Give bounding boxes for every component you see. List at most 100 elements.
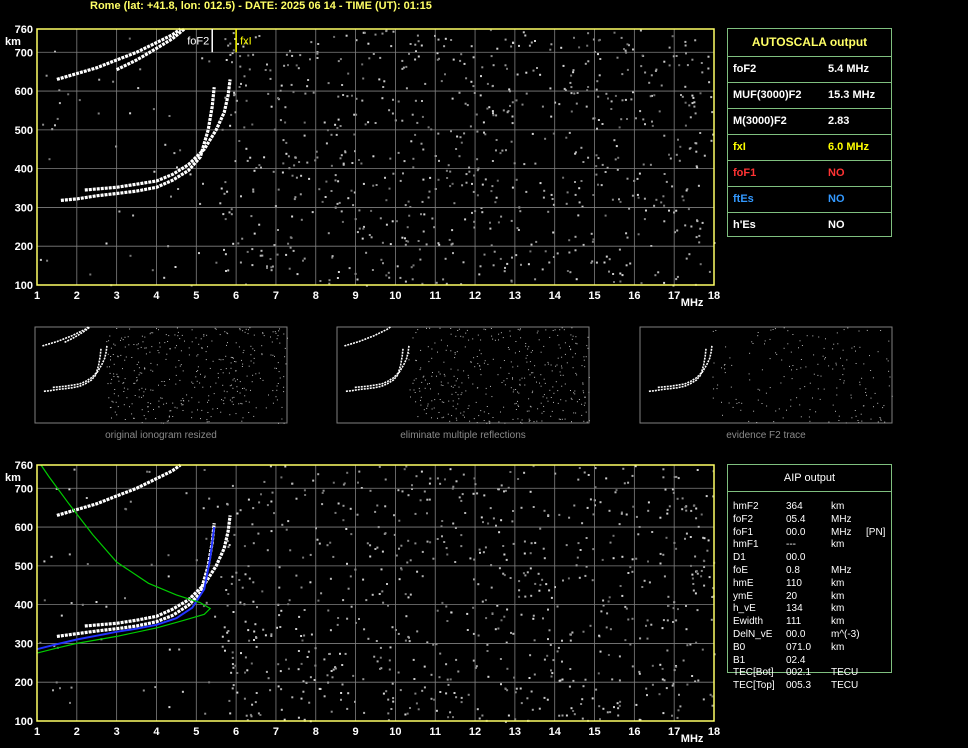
noise-dot — [241, 237, 244, 240]
thumbnail-dot — [554, 329, 556, 331]
thumbnail-dot — [529, 361, 531, 363]
thumbnail-dot — [460, 394, 462, 396]
thumbnail-dot — [712, 397, 714, 399]
noise-dot — [541, 268, 544, 271]
thumbnail-dot — [804, 386, 806, 388]
noise-dot — [662, 619, 665, 622]
noise-dot — [605, 255, 608, 258]
thumbnail-dot — [553, 401, 554, 403]
thumbnail-dot — [285, 363, 287, 365]
thumbnail-dot — [242, 388, 243, 389]
thumbnail-dot — [869, 355, 870, 357]
thumbnail-dot — [427, 403, 429, 405]
thumbnail-dot — [174, 347, 176, 349]
noise-dot — [228, 544, 231, 546]
thumbnail-frame — [34, 326, 288, 424]
noise-dots — [39, 29, 716, 287]
noise-dot — [666, 512, 669, 515]
thumbnail-dot — [231, 384, 232, 386]
thumbnail-dot — [108, 397, 110, 399]
noise-dot — [446, 620, 449, 622]
noise-dot — [667, 595, 670, 598]
noise-dot — [67, 93, 70, 96]
noise-dot — [336, 202, 339, 205]
noise-dot — [409, 559, 412, 562]
noise-dot — [472, 85, 475, 88]
thumbnail-dot — [279, 328, 280, 330]
thumbnail-dot — [450, 328, 452, 329]
noise-dot — [423, 665, 426, 668]
thumbnail-dot — [226, 344, 227, 346]
noise-dot — [460, 499, 463, 502]
thumbnail-dot — [583, 356, 585, 358]
thumbnail-dot — [194, 386, 196, 388]
noise-dot — [60, 614, 63, 617]
noise-dot — [453, 692, 456, 694]
noise-dot — [257, 712, 260, 715]
noise-dot — [333, 35, 336, 38]
noise-dot — [372, 184, 375, 187]
thumbnail-dot — [877, 421, 879, 423]
aip-name: TEC[Top] — [733, 680, 775, 692]
noise-dot — [248, 68, 251, 71]
thumbnail-dot — [571, 327, 573, 329]
noise-dot — [450, 39, 453, 41]
thumbnail-dot — [525, 357, 527, 359]
thumbnail-dot — [210, 416, 212, 418]
thumbnail-dot — [124, 378, 126, 380]
thumbnail-dot — [790, 405, 792, 407]
noise-dot — [341, 84, 344, 86]
thumbnail-dot — [800, 359, 802, 360]
thumbnail-dot — [819, 398, 821, 400]
noise-dot — [168, 706, 171, 709]
noise-dot — [658, 693, 661, 696]
noise-dot — [638, 672, 641, 675]
thumbnail-dot — [253, 334, 255, 336]
thumbnail-dot — [203, 335, 205, 337]
x-tick-label: 10 — [389, 290, 401, 302]
noise-dot — [297, 716, 300, 719]
thumbnail-dot — [122, 368, 123, 370]
noise-dot — [414, 512, 417, 515]
noise-dot — [539, 182, 542, 185]
noise-dot — [523, 540, 526, 543]
noise-dot — [228, 211, 231, 214]
noise-dot — [576, 92, 579, 94]
noise-dot — [694, 592, 697, 595]
noise-dot — [675, 278, 678, 281]
noise-dot — [288, 267, 291, 270]
thumbnail-dot — [248, 401, 250, 403]
noise-dot — [497, 627, 500, 630]
noise-dot — [597, 39, 600, 42]
noise-dot — [690, 225, 693, 228]
noise-dot — [626, 177, 629, 180]
noise-dot — [530, 243, 533, 246]
noise-dot — [651, 683, 654, 686]
thumbnail-dot — [159, 346, 161, 348]
thumbnail-dot — [443, 401, 445, 403]
noise-dot — [370, 236, 373, 239]
noise-dot — [507, 714, 510, 717]
noise-dot — [420, 470, 423, 473]
noise-dot — [295, 64, 298, 67]
noise-dot — [336, 127, 339, 129]
noise-dot — [330, 133, 333, 136]
noise-dot — [700, 62, 703, 64]
thumbnail-dot — [239, 381, 241, 383]
thumbnail-dot — [180, 364, 182, 366]
thumbnail-dot — [464, 346, 466, 348]
thumbnail-dot — [191, 341, 193, 343]
noise-dot — [219, 202, 222, 205]
noise-dot — [468, 166, 471, 169]
noise-dot — [440, 80, 443, 83]
thumbnail-dot — [540, 374, 542, 376]
thumbnail-dot — [255, 373, 257, 375]
thumbnail-dot — [141, 372, 143, 374]
thumbnail-dot — [239, 392, 241, 394]
noise-dot — [590, 261, 593, 264]
thumbnail-dot — [715, 330, 717, 331]
noise-dot — [245, 147, 248, 150]
noise-dot — [229, 53, 232, 56]
thumbnail-dot — [279, 342, 281, 344]
noise-dot — [512, 510, 514, 512]
